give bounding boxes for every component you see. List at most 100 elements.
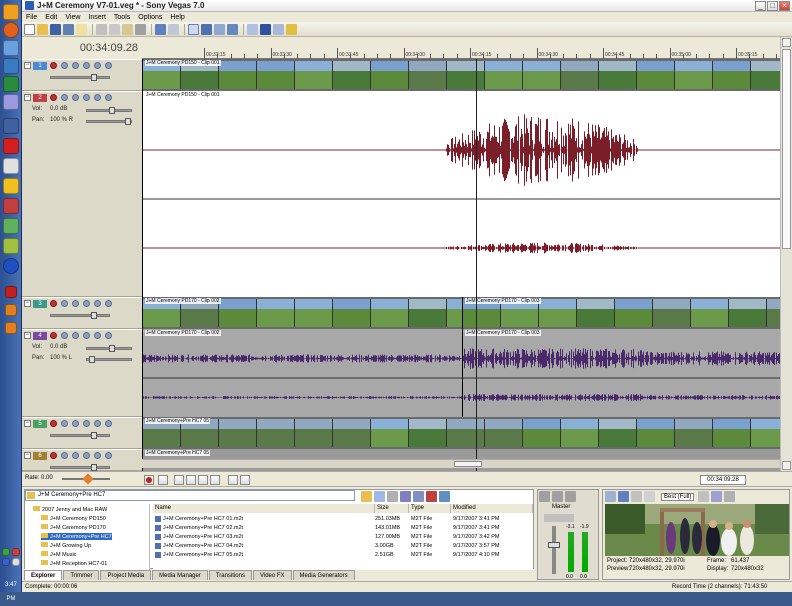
level-slider[interactable] (50, 74, 110, 81)
ripple-edit-icon[interactable] (214, 23, 225, 35)
tray-icon-white[interactable] (12, 558, 20, 566)
selection-tool-icon[interactable] (273, 23, 284, 35)
video-clip[interactable]: J+M Ceremony PD170 - Clip 003 (462, 297, 780, 329)
app-icon-folder2[interactable] (5, 322, 17, 334)
solo-icon[interactable] (94, 62, 101, 69)
video-track-5[interactable]: J+M Ceremony+Pre HC7 05 (142, 417, 780, 449)
video-track-3[interactable]: J+M Ceremony PD170 - Clip 002 J+M Ceremon… (142, 297, 780, 329)
audio-track-4[interactable]: J+M Ceremony PD170 - Clip 002 J+M Ceremon… (142, 329, 780, 417)
record-button[interactable] (144, 475, 154, 485)
stop-preview-icon[interactable] (413, 491, 424, 502)
pause-button[interactable] (198, 475, 208, 485)
tree-folder[interactable]: J+M Ceremony PD150 (41, 515, 106, 522)
envelope-edit-tool-icon[interactable] (260, 23, 271, 35)
arm-record-icon[interactable] (50, 62, 57, 69)
vertical-scrollbar[interactable] (780, 37, 792, 471)
collapse-toggle-icon[interactable]: − (24, 300, 31, 307)
menu-help[interactable]: Help (170, 14, 184, 21)
master-fader-knob[interactable] (548, 542, 560, 548)
loop-playback-button[interactable] (158, 475, 168, 485)
tree-folder[interactable]: J+M Ceremony+Pre HC7 (41, 533, 112, 540)
lock-icon[interactable] (105, 300, 112, 307)
video-track-1[interactable]: J+M Ceremony PD150 - Clip 001 (142, 59, 780, 91)
tree-folder[interactable]: J+M Ceremony PD170 (41, 524, 106, 531)
auto-crossfade-icon[interactable] (201, 23, 212, 35)
volume-slider-knob[interactable] (109, 345, 115, 352)
app-icon-yellow[interactable] (3, 178, 19, 194)
master-fx-icon[interactable] (544, 514, 574, 522)
mute-icon[interactable] (83, 300, 90, 307)
invert-phase-icon[interactable] (61, 452, 68, 459)
audio-track-2[interactable]: J+M Ceremony PD150 - Clip 001 (142, 91, 780, 297)
video-clip[interactable]: J+M Ceremony+Pre HC7 05 (142, 417, 780, 449)
lock-icon[interactable] (105, 332, 112, 339)
menu-file[interactable]: File (26, 14, 37, 21)
minimize-button[interactable]: _ (755, 1, 766, 11)
tab-media-generators[interactable]: Media Generators (292, 570, 355, 580)
arm-record-icon[interactable] (50, 332, 57, 339)
arm-record-icon[interactable] (50, 420, 57, 427)
video-clip[interactable]: J+M Ceremony PD150 - Clip 001 (142, 59, 780, 91)
collapse-toggle-icon[interactable]: − (24, 452, 31, 459)
tab-project-media[interactable]: Project Media (100, 570, 152, 580)
mute-icon[interactable] (83, 452, 90, 459)
app-icon-red[interactable] (3, 198, 19, 214)
acrobat-icon[interactable] (3, 138, 19, 154)
preview-quality-dropdown[interactable]: Best (Full) (661, 492, 695, 501)
app-icon-navy[interactable] (3, 118, 19, 134)
redo-icon[interactable] (168, 23, 179, 35)
open-icon[interactable] (37, 23, 48, 35)
tray-icon-red[interactable] (12, 548, 20, 556)
media-player-icon[interactable] (3, 258, 19, 274)
play-from-start-button[interactable] (174, 475, 184, 485)
app-icon-green[interactable] (3, 76, 19, 92)
mixer-tool-icon[interactable] (539, 491, 550, 502)
tree-folder[interactable]: J+M Reception HC7-01 (41, 560, 107, 567)
refresh-icon[interactable] (374, 491, 385, 502)
lock-icon[interactable] (105, 62, 112, 69)
tray-icon-blue[interactable] (2, 558, 10, 566)
track-fx-icon[interactable] (72, 300, 79, 307)
arm-record-icon[interactable] (50, 94, 57, 101)
file-name[interactable]: J+M Ceremony+Pre HC7 04.m2t (163, 542, 243, 550)
hscroll-thumb[interactable] (454, 461, 482, 467)
scroll-down-icon[interactable] (782, 461, 791, 470)
tab-video-fx[interactable]: Video FX (252, 570, 292, 580)
level-slider[interactable] (50, 464, 110, 471)
play-button[interactable] (186, 475, 196, 485)
invert-phase-icon[interactable] (61, 332, 68, 339)
play-preview-icon[interactable] (400, 491, 411, 502)
app-icon-white[interactable] (3, 158, 19, 174)
scroll-up-icon[interactable] (782, 38, 791, 47)
collapse-toggle-icon[interactable]: − (24, 332, 31, 339)
close-button[interactable]: × (779, 1, 790, 11)
save-snapshot-icon[interactable] (724, 491, 736, 502)
tab-transitions[interactable]: Transitions (208, 570, 252, 580)
cut-icon[interactable] (96, 23, 107, 35)
file-name[interactable]: J+M Ceremony+Pre HC7 02.m2t (163, 524, 243, 532)
level-slider-knob[interactable] (91, 464, 97, 471)
copy-snapshot-icon[interactable] (711, 491, 723, 502)
app-icon-orange[interactable] (3, 4, 19, 20)
track-fx-icon[interactable] (72, 94, 79, 101)
tree-folder[interactable]: J+M Growing Up (41, 542, 91, 549)
audio-clip[interactable]: J+M Ceremony PD150 - Clip 001 (142, 91, 780, 297)
volume-slider-knob[interactable] (109, 107, 115, 114)
maximize-button[interactable]: □ (767, 1, 778, 11)
mixer-tool-icon[interactable] (552, 491, 563, 502)
level-slider-knob[interactable] (91, 432, 97, 439)
mute-icon[interactable] (83, 332, 90, 339)
app-icon-lightgreen[interactable] (3, 218, 19, 234)
file-name[interactable]: J+M Ceremony+Pre HC7 03.m2t (163, 533, 243, 541)
track-header-6[interactable]: −6 (22, 449, 142, 471)
track-header-2[interactable]: −2 Vol: 0.0 dB Pan: 100 % R (22, 91, 142, 297)
zoom-tool-icon[interactable] (286, 23, 297, 35)
level-slider[interactable] (50, 432, 110, 439)
invert-phase-icon[interactable] (61, 420, 68, 427)
time-ruler[interactable]: 00:33:15 00:33:30 00:33:45 00:34:00 00:34:15… (142, 37, 780, 59)
tab-explorer[interactable]: Explorer (24, 570, 63, 580)
menu-tools[interactable]: Tools (114, 14, 130, 21)
master-fader-track[interactable] (552, 526, 556, 574)
file-name[interactable]: J+M Ceremony+Pre HC7 01.m2t (163, 515, 243, 523)
col-modified[interactable]: Modified (451, 504, 533, 513)
